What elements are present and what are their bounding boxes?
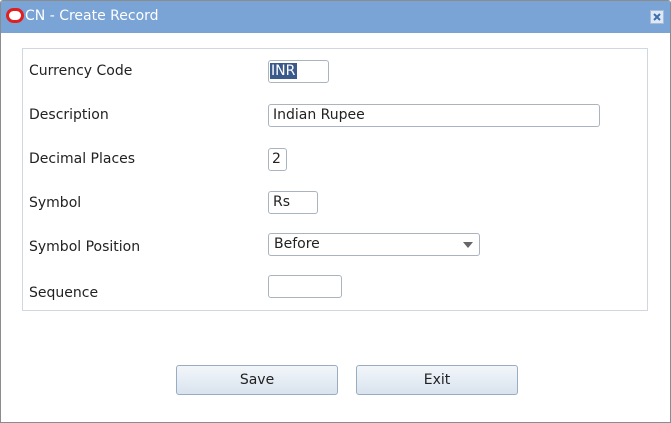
sequence-label: Sequence	[29, 285, 99, 301]
window-title: CN - Create Record	[25, 8, 159, 24]
create-record-dialog: CN - Create Record Currency Code INR Des…	[0, 0, 671, 423]
currency-code-field[interactable]: INR	[268, 60, 329, 83]
oracle-logo-icon	[6, 8, 24, 23]
save-button[interactable]: Save	[176, 365, 338, 395]
chevron-down-icon[interactable]	[463, 242, 473, 248]
sequence-field[interactable]	[268, 275, 342, 298]
symbol-label: Symbol	[29, 195, 82, 211]
exit-button[interactable]: Exit	[356, 365, 518, 395]
close-icon[interactable]	[650, 10, 664, 24]
symbol-position-label: Symbol Position	[29, 239, 141, 255]
currency-code-value: INR	[270, 63, 298, 79]
symbol-position-select[interactable]: Before	[268, 233, 480, 256]
decimal-places-field[interactable]: 2	[268, 148, 287, 171]
title-bar: CN - Create Record	[1, 1, 670, 33]
decimal-places-label: Decimal Places	[29, 151, 136, 167]
currency-code-label: Currency Code	[29, 63, 133, 79]
description-label: Description	[29, 107, 109, 123]
description-field[interactable]: Indian Rupee	[268, 104, 600, 127]
symbol-position-value: Before	[274, 236, 320, 252]
symbol-field[interactable]: Rs	[268, 191, 318, 214]
form-panel	[22, 48, 648, 311]
